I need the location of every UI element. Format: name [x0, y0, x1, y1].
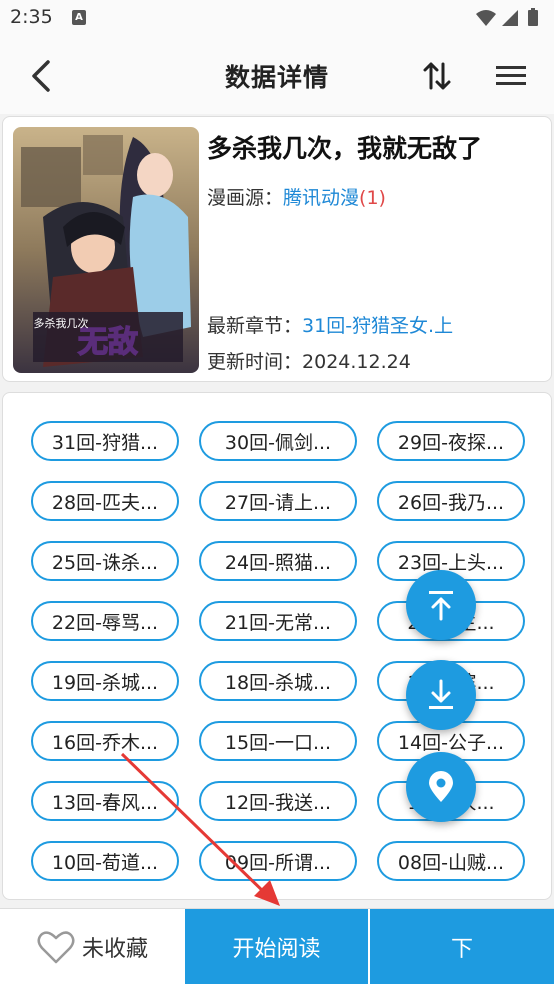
- heart-outline-icon: [37, 931, 75, 964]
- chapter-button[interactable]: 09回-所谓...: [199, 841, 357, 881]
- source-name-link[interactable]: 腾讯动漫: [283, 187, 359, 209]
- svg-text:多杀我几次: 多杀我几次: [34, 316, 89, 330]
- svg-text:无敌: 无敌: [78, 325, 138, 360]
- scroll-to-bottom-button[interactable]: [406, 660, 476, 730]
- chapter-button[interactable]: 21回-无常...: [199, 601, 357, 641]
- menu-icon: [496, 66, 526, 85]
- chapter-button[interactable]: 30回-佩剑...: [199, 421, 357, 461]
- latest-chapter-label: 最新章节：: [207, 315, 303, 337]
- chapter-button[interactable]: 18回-杀城...: [199, 661, 357, 701]
- chapter-button[interactable]: 13回-春风...: [31, 781, 179, 821]
- start-reading-button[interactable]: 开始阅读: [185, 909, 368, 984]
- chapter-button[interactable]: 29回-夜探...: [377, 421, 525, 461]
- download-button[interactable]: 下: [370, 909, 554, 984]
- app-bar: 数据详情: [0, 36, 554, 114]
- updated-row: 更新时间：2024.12.24: [207, 347, 411, 374]
- scroll-to-top-button[interactable]: [406, 570, 476, 640]
- chapter-button[interactable]: 25回-诛杀...: [31, 541, 179, 581]
- status-icons: [476, 8, 538, 26]
- chapter-list-card: 31回-狩猎... 30回-佩剑... 29回-夜探... 28回-匹夫... 27回-…: [2, 392, 552, 900]
- status-time: 2:35: [10, 6, 53, 28]
- source-label: 漫画源：: [207, 187, 284, 209]
- scroll-top-icon: [429, 591, 453, 621]
- favorite-button[interactable]: 未收藏: [0, 909, 184, 984]
- latest-chapter-link[interactable]: 31回-狩猎圣女.上: [302, 315, 453, 337]
- source-row: 漫画源：腾讯动漫(1): [207, 183, 386, 210]
- page-title: 数据详情: [224, 63, 329, 92]
- chapter-button[interactable]: 31回-狩猎...: [31, 421, 179, 461]
- sort-button[interactable]: [420, 58, 454, 94]
- scroll-bottom-icon: [429, 679, 453, 709]
- location-pin-icon: [429, 771, 453, 802]
- comic-title: 多杀我几次，我就无敌了: [207, 134, 483, 163]
- status-bar: 2:35 A: [0, 0, 554, 36]
- latest-chapter-row: 最新章节：31回-狩猎圣女.上: [207, 311, 453, 338]
- favorite-label: 未收藏: [81, 937, 148, 962]
- sort-icon: [423, 62, 451, 90]
- chapter-button[interactable]: 26回-我乃...: [377, 481, 525, 521]
- chapter-button[interactable]: 15回-一口...: [199, 721, 357, 761]
- notification-icon: A: [72, 10, 86, 25]
- chapter-button[interactable]: 08回-山贼...: [377, 841, 525, 881]
- comic-info-card: 无敌 多杀我几次 多杀我几次，我就无敌了 漫画源：腾讯动漫(1) 最新章节：31…: [2, 116, 552, 382]
- menu-button[interactable]: [494, 60, 528, 92]
- updated-value: 2024.12.24: [302, 351, 411, 373]
- chapter-button[interactable]: 24回-照猫...: [199, 541, 357, 581]
- chapter-button[interactable]: 27回-请上...: [199, 481, 357, 521]
- bottom-action-bar: 未收藏 开始阅读 下: [0, 908, 554, 984]
- chapter-button[interactable]: 19回-杀城...: [31, 661, 179, 701]
- chapter-button[interactable]: 28回-匹夫...: [31, 481, 179, 521]
- source-count: (1): [359, 187, 386, 209]
- comic-cover-image[interactable]: 无敌 多杀我几次: [13, 127, 199, 373]
- chapter-button[interactable]: 12回-我送...: [199, 781, 357, 821]
- locate-current-chapter-button[interactable]: [406, 752, 476, 822]
- chapter-button[interactable]: 10回-荀道...: [31, 841, 179, 881]
- chapter-button[interactable]: 22回-辱骂...: [31, 601, 179, 641]
- cover-art: 无敌 多杀我几次: [13, 127, 199, 373]
- chapter-button[interactable]: 16回-乔木...: [31, 721, 179, 761]
- updated-label: 更新时间：: [207, 351, 303, 373]
